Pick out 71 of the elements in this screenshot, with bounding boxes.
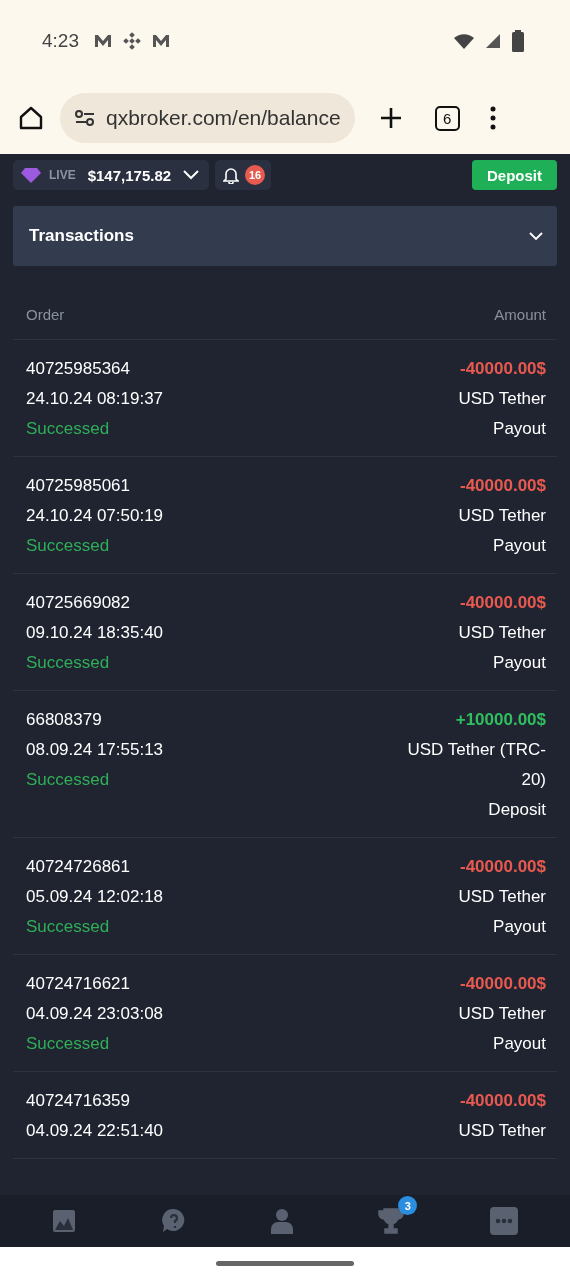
order-number: 40724716621 <box>26 973 131 995</box>
order-number: 40725985364 <box>26 358 131 380</box>
tune-icon[interactable] <box>74 109 96 127</box>
home-icon[interactable] <box>18 105 44 131</box>
transaction-amount: -40000.00$ <box>459 973 546 995</box>
panel-title: Transactions <box>29 226 134 246</box>
payment-method: USD Tether <box>458 1003 546 1025</box>
transaction-status: Successed <box>26 1033 111 1055</box>
account-type: LIVE <box>49 168 76 182</box>
transaction-amount: -40000.00$ <box>459 475 546 497</box>
chevron-down-icon <box>183 170 200 180</box>
account-selector[interactable]: LIVE $147,175.82 <box>13 160 210 190</box>
more-icon[interactable] <box>489 106 496 130</box>
transaction-status: Successed <box>26 418 111 440</box>
column-header: Amount <box>494 306 546 323</box>
user-icon[interactable] <box>270 1208 293 1234</box>
transaction-type: Deposit <box>488 799 546 821</box>
transaction-type: Payout <box>493 916 546 938</box>
transaction-date: 05.09.24 12:02:18 <box>26 886 164 908</box>
order-number: 40725985061 <box>26 475 131 497</box>
url-text: qxbroker.com/en/balance <box>106 106 341 130</box>
column-header: Order <box>26 306 65 323</box>
battery-icon <box>512 30 524 52</box>
payment-method: USD Tether <box>458 622 546 644</box>
transaction-date: 04.09.24 22:51:40 <box>26 1120 164 1142</box>
clock: 4:23 <box>42 30 79 52</box>
order-number: 40724716359 <box>26 1090 131 1112</box>
wifi-icon <box>454 33 474 49</box>
tab-count-button[interactable]: 6 <box>434 105 460 131</box>
notification-count: 16 <box>245 165 266 185</box>
mail-icon <box>151 33 171 49</box>
trophy-badge: 3 <box>398 1196 418 1215</box>
help-icon[interactable] <box>160 1208 187 1234</box>
transaction-status: Successed <box>26 652 111 674</box>
balance: $147,175.82 <box>87 166 172 184</box>
payment-method: USD Tether <box>458 886 546 908</box>
chart-icon[interactable] <box>52 1209 77 1233</box>
transaction-date: 24.10.24 08:19:37 <box>26 388 164 410</box>
address-bar[interactable]: qxbroker.com/en/balance <box>60 93 355 143</box>
payment-method: USD Tether <box>458 505 546 527</box>
transaction-amount: +10000.00$ <box>455 709 546 731</box>
transaction-amount: -40000.00$ <box>459 856 546 878</box>
mail-icon <box>93 33 113 49</box>
payment-method: USD Tether <box>458 1120 546 1142</box>
transaction-type: Payout <box>493 418 546 440</box>
payment-method: USD Tether (TRC-20) <box>406 739 546 791</box>
transaction-type: Payout <box>493 652 546 674</box>
transaction-amount: -40000.00$ <box>459 358 546 380</box>
signal-icon <box>484 32 502 50</box>
trophy-icon[interactable] <box>377 1208 406 1234</box>
transactions-panel[interactable]: Transactions <box>13 206 557 266</box>
transaction-status: Successed <box>26 769 111 791</box>
order-number: 66808379 <box>26 709 103 731</box>
transaction-date: 09.10.24 18:35:40 <box>26 622 164 644</box>
transaction-status: Successed <box>26 535 111 557</box>
transaction-date: 04.09.24 23:03:08 <box>26 1003 164 1025</box>
transaction-date: 08.09.24 17:55:13 <box>26 739 164 761</box>
order-number: 40725669082 <box>26 592 131 614</box>
transaction-date: 24.10.24 07:50:19 <box>26 505 164 527</box>
notifications-button[interactable]: 16 <box>215 160 272 190</box>
transaction-amount: -40000.00$ <box>459 592 546 614</box>
transaction-amount: -40000.00$ <box>459 1090 546 1112</box>
gem-icon <box>21 167 41 183</box>
transaction-status: Successed <box>26 916 111 938</box>
diamond-logo-icon <box>123 32 141 50</box>
transaction-type: Payout <box>493 1033 546 1055</box>
payment-method: USD Tether <box>458 388 546 410</box>
bell-icon <box>223 166 240 184</box>
order-number: 40724726861 <box>26 856 131 878</box>
transaction-type: Payout <box>493 535 546 557</box>
plus-icon[interactable] <box>378 106 403 130</box>
